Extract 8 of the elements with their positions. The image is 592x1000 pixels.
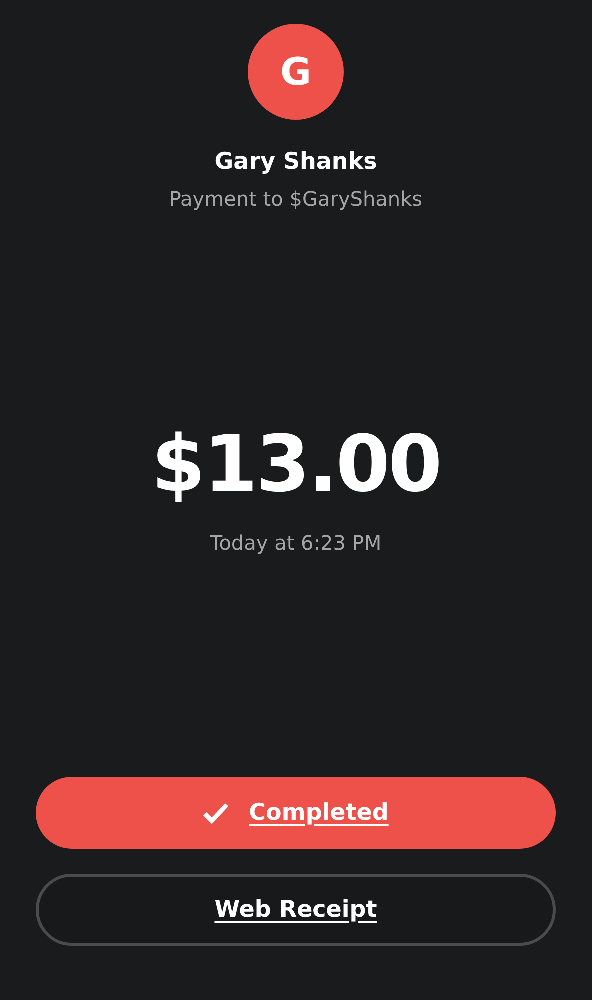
receipt-button[interactable]: Web Receipt	[36, 874, 556, 946]
avatar-initial: G	[248, 24, 344, 120]
payment-time: Today at 6:23 PM	[210, 530, 382, 557]
payment-description: Payment to $GaryShanks	[169, 186, 423, 213]
payment-amount: $13.00	[152, 420, 440, 510]
check-icon	[203, 802, 230, 824]
completed-button[interactable]: Completed	[36, 777, 556, 849]
recipient-name: Gary Shanks	[214, 148, 378, 177]
